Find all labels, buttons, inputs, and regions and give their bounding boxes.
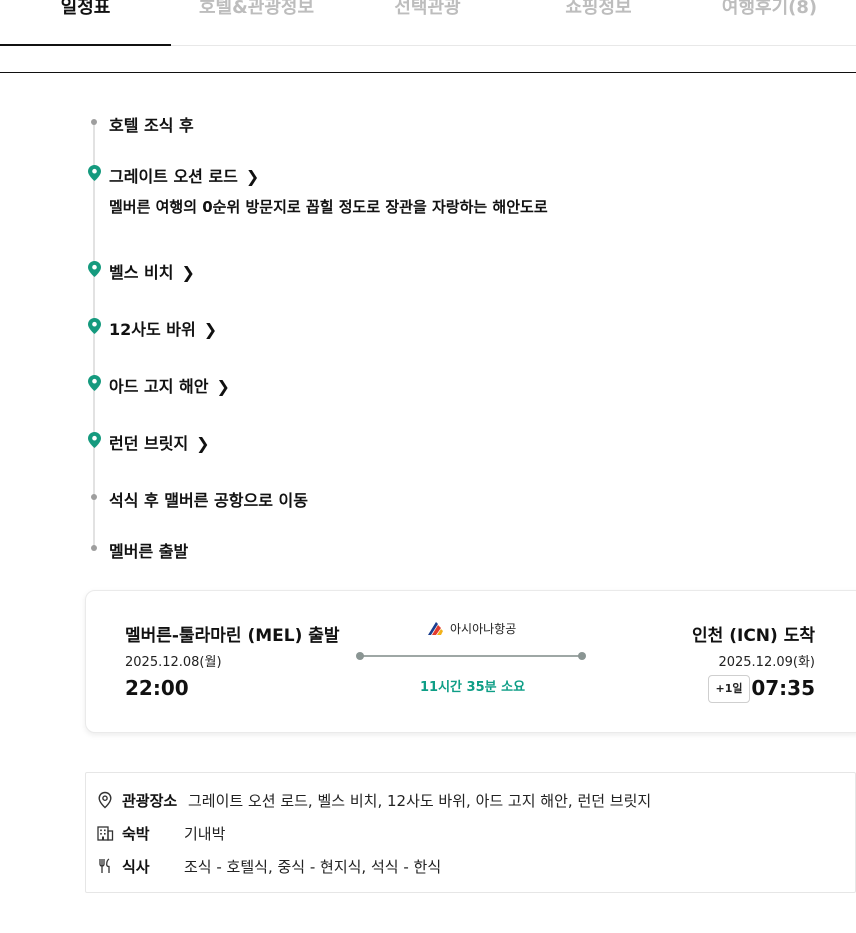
itinerary-timeline: 호텔 조식 후 그레이트 오션 로드 ❯ 멜버른 여행의 0순위 방문지로 꼽힐 … [85, 100, 856, 570]
airline-logo-icon [428, 622, 443, 635]
place-name: 아드 고지 해안 [109, 377, 209, 396]
place-link-bells-beach[interactable]: 벨스 비치 ❯ [109, 259, 195, 283]
place-name: 벨스 비치 [109, 263, 174, 282]
airline: 아시아나항공 [426, 619, 516, 637]
meals-row: 식사 조식 - 호텔식, 중식 - 현지식, 석식 - 한식 [96, 855, 441, 877]
place-link-great-ocean-road[interactable]: 그레이트 오션 로드 ❯ [109, 163, 259, 187]
dot-icon [91, 494, 97, 500]
location-pin-icon [98, 791, 112, 809]
section-divider [0, 72, 856, 73]
place-link-loch-ard-gorge[interactable]: 아드 고지 해안 ❯ [109, 373, 230, 397]
airline-name: 아시아나항공 [450, 621, 517, 636]
lodging-row: 숙박 기내박 [96, 822, 225, 844]
tab-reviews[interactable]: 여행후기(8) [684, 0, 855, 36]
arrival-time: 07:35 [751, 676, 815, 700]
fork-knife-icon [99, 858, 110, 873]
flight-route [356, 651, 586, 661]
meals-value: 조식 - 호텔식, 중식 - 현지식, 석식 - 한식 [184, 857, 442, 876]
sights-value: 그레이트 오션 로드, 벨스 비치, 12사도 바위, 아드 고지 해안, 런던… [188, 791, 652, 810]
day-summary: 관광장소 그레이트 오션 로드, 벨스 비치, 12사도 바위, 아드 고지 해… [85, 772, 856, 893]
arrival-airport: 인천 (ICN) 도착 [692, 626, 815, 646]
dot-icon [91, 119, 97, 125]
flight-duration: 11시간 35분 소요 [420, 680, 526, 695]
timeline-note-text: 호텔 조식 후 [109, 116, 194, 135]
timeline-line [93, 122, 95, 550]
chevron-right-icon: ❯ [181, 263, 195, 282]
route-line [360, 655, 582, 657]
place-link-twelve-apostles[interactable]: 12사도 바위 ❯ [109, 316, 217, 340]
departure-airport: 멜버른-툴라마린 (MEL) 출발 [125, 626, 340, 646]
route-start-dot [356, 652, 364, 660]
sights-label: 관광장소 [122, 791, 178, 810]
chevron-right-icon: ❯ [216, 377, 230, 396]
place-name: 그레이트 오션 로드 [109, 167, 238, 186]
dot-icon [91, 545, 97, 551]
place-name: 12사도 바위 [109, 320, 196, 339]
place-name: 런던 브릿지 [109, 434, 189, 453]
lodging-value: 기내박 [184, 824, 226, 843]
hotel-building-icon [97, 826, 114, 841]
flight-card: 멜버른-툴라마린 (MEL) 출발 2025.12.08(월) 22:00 아시… [85, 590, 856, 733]
place-link-london-bridge[interactable]: 런던 브릿지 ❯ [109, 430, 210, 454]
timeline-note-text: 멜버른 출발 [109, 542, 189, 561]
location-pin-icon [88, 165, 101, 181]
location-pin-icon [88, 432, 101, 448]
arrival-date: 2025.12.09(화) [718, 655, 815, 670]
chevron-right-icon: ❯ [203, 320, 218, 339]
route-end-dot [578, 652, 586, 660]
chevron-right-icon: ❯ [196, 434, 210, 453]
tab-hotel-sightseeing[interactable]: 호텔&관광정보 [171, 0, 342, 36]
tab-optional-tours[interactable]: 선택관광 [342, 0, 513, 36]
meals-label: 식사 [122, 857, 150, 876]
departure-time: 22:00 [125, 676, 189, 700]
location-pin-icon [88, 375, 101, 391]
tab-itinerary[interactable]: 일정표 [0, 0, 171, 46]
lodging-label: 숙박 [122, 824, 150, 843]
sights-row: 관광장소 그레이트 오션 로드, 벨스 비치, 12사도 바위, 아드 고지 해… [96, 789, 651, 811]
place-description: 멜버른 여행의 0순위 방문지로 꼽힐 정도로 장관을 자랑하는 해안도로 [109, 198, 548, 216]
tab-bar: 일정표 호텔&관광정보 선택관광 쇼핑정보 여행후기(8) [0, 0, 856, 46]
departure-date: 2025.12.08(월) [125, 655, 222, 670]
location-pin-icon [88, 261, 101, 277]
timeline-note-text: 석식 후 맬버른 공항으로 이동 [109, 491, 308, 510]
day-offset-badge: +1일 [708, 675, 750, 703]
chevron-right-icon: ❯ [245, 167, 260, 186]
tab-shopping[interactable]: 쇼핑정보 [513, 0, 684, 36]
location-pin-icon [88, 318, 101, 334]
